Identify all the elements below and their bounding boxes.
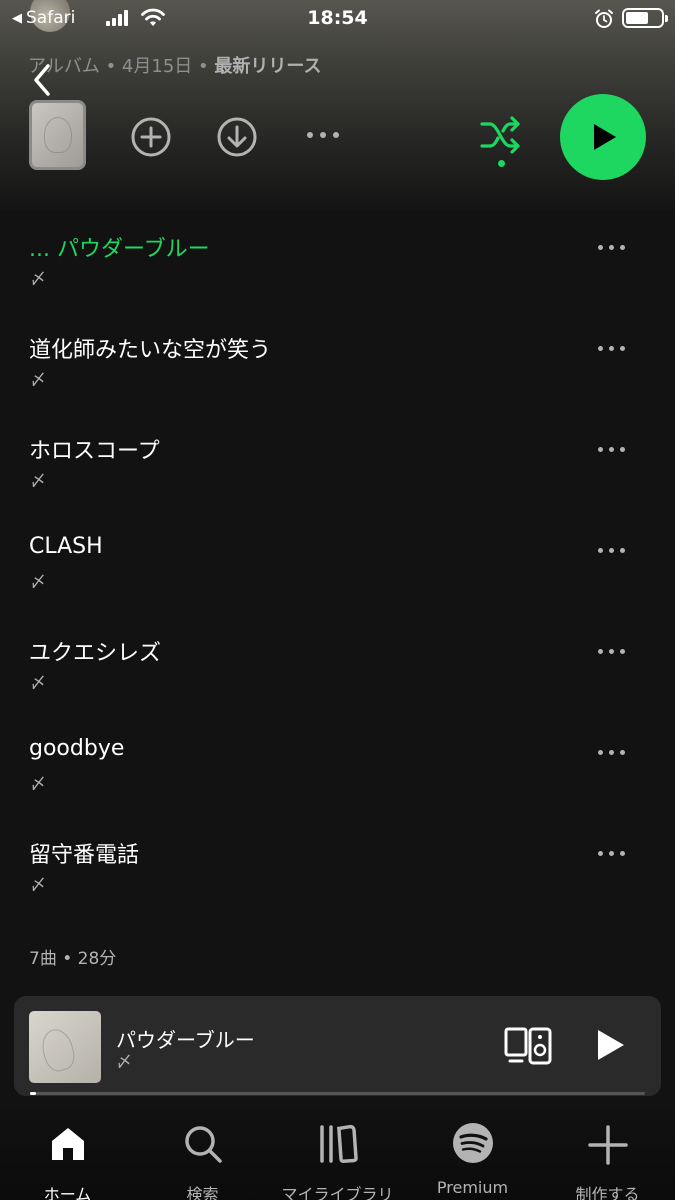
tab-label: Premium: [436, 1178, 509, 1197]
album-summary: 7曲 • 28分: [29, 949, 117, 969]
tab-label: 検索: [186, 1185, 219, 1200]
track-title: ユクエシレズ: [29, 641, 162, 666]
track-title: ... パウダーブルー: [29, 231, 210, 263]
search-icon: [184, 1126, 222, 1163]
mini-player-title: パウダーブルー: [116, 1028, 255, 1052]
track-row[interactable]: 留守番電話 〆: [0, 837, 675, 937]
track-more-icon[interactable]: [598, 649, 625, 654]
playback-progress-bar[interactable]: [30, 1092, 645, 1095]
meta-separator: •: [198, 56, 209, 77]
tab-library[interactable]: マイライブラリ: [270, 1098, 405, 1200]
download-circle-icon[interactable]: [216, 116, 258, 158]
tab-label: ホーム: [43, 1185, 92, 1200]
track-row[interactable]: ... パウダーブルー 〆: [0, 231, 675, 331]
track-more-icon[interactable]: [598, 447, 625, 452]
album-meta: アルバム • 4月15日 • 最新リリース: [28, 52, 321, 78]
track-artist: 〆: [30, 572, 47, 591]
track-more-icon[interactable]: [598, 548, 625, 553]
meta-separator: •: [105, 56, 117, 77]
track-more-icon[interactable]: [598, 245, 625, 250]
plus-icon: [587, 1125, 628, 1165]
home-icon: [51, 1128, 84, 1160]
tab-search[interactable]: 検索: [135, 1098, 270, 1200]
latest-release-label: 最新リリース: [214, 56, 322, 77]
tab-create[interactable]: 制作する: [540, 1098, 675, 1200]
alarm-icon: [595, 9, 613, 28]
track-artist: 〆: [30, 269, 47, 288]
track-row[interactable]: goodbye 〆: [0, 736, 675, 836]
now-playing-indicator: ...: [29, 237, 50, 262]
track-row[interactable]: ホロスコープ 〆: [0, 433, 675, 533]
tab-label: 制作する: [575, 1185, 640, 1200]
track-title: 留守番電話: [29, 843, 140, 868]
track-artist: 〆: [30, 774, 47, 793]
mini-player-play-icon[interactable]: [594, 1028, 626, 1062]
track-title: 道化師みたいな空が笑う: [29, 338, 272, 363]
mini-player-artist: 〆: [116, 1052, 133, 1071]
plus-circle-icon[interactable]: [130, 116, 172, 158]
bottom-tab-bar: ホーム 検索 マイライブラリ Premium 制作する: [0, 1098, 675, 1200]
play-button[interactable]: [560, 94, 646, 180]
track-title: ホロスコープ: [29, 439, 160, 464]
track-artist: 〆: [30, 875, 47, 894]
tab-premium[interactable]: Premium: [405, 1098, 540, 1200]
spotify-icon: [452, 1123, 493, 1163]
track-artist: 〆: [30, 673, 47, 692]
mini-player-artwork: [29, 1011, 101, 1083]
track-artist: 〆: [30, 370, 47, 389]
connect-device-icon[interactable]: [504, 1026, 554, 1066]
track-more-icon[interactable]: [598, 750, 625, 755]
status-bar: ◀ Safari 18:54: [0, 0, 675, 40]
mini-player[interactable]: パウダーブルー 〆: [14, 996, 661, 1096]
track-more-icon[interactable]: [598, 851, 625, 856]
more-horizontal-icon[interactable]: [302, 120, 344, 150]
chevron-left-icon[interactable]: [28, 62, 58, 98]
track-title: CLASH: [29, 534, 103, 559]
tab-home[interactable]: ホーム: [0, 1098, 135, 1200]
play-icon: [594, 124, 616, 150]
shuffle-active-indicator: [498, 160, 505, 167]
status-time: 18:54: [307, 7, 368, 29]
track-title: goodbye: [29, 736, 125, 761]
playback-progress-fill: [30, 1092, 37, 1095]
track-row[interactable]: ユクエシレズ 〆: [0, 635, 675, 735]
shuffle-icon[interactable]: [478, 112, 524, 158]
battery-icon: [622, 8, 668, 28]
track-row[interactable]: CLASH 〆: [0, 534, 675, 634]
track-row[interactable]: 道化師みたいな空が笑う 〆: [0, 332, 675, 432]
release-date: 4月15日: [121, 56, 193, 77]
album-cover-thumbnail[interactable]: [29, 100, 86, 170]
track-title-text: パウダーブルー: [56, 237, 210, 262]
library-icon: [319, 1124, 358, 1163]
track-artist: 〆: [30, 471, 47, 490]
tab-label: マイライブラリ: [281, 1185, 394, 1200]
track-more-icon[interactable]: [598, 346, 625, 351]
